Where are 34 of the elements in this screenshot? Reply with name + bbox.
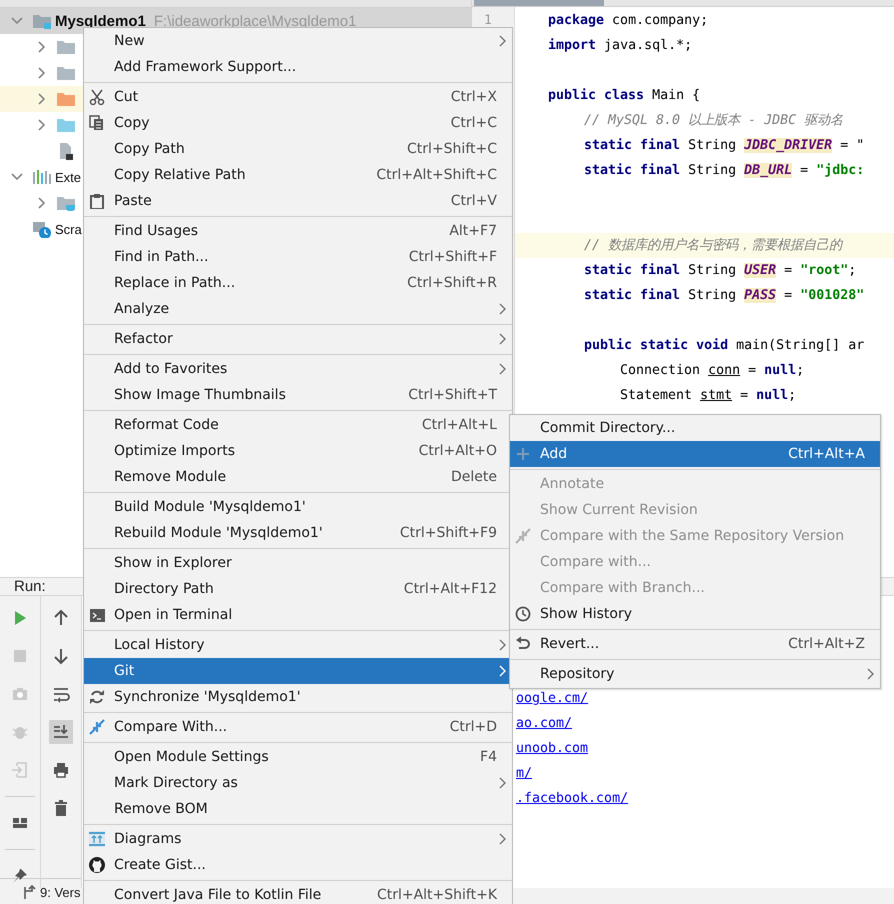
shortcut-text: Delete xyxy=(451,469,497,485)
shortcut-text: Ctrl+X xyxy=(450,89,497,105)
shortcut-text: Ctrl+C xyxy=(450,115,497,131)
shortcut-text: Ctrl+Shift+F9 xyxy=(400,525,497,541)
code-line: // MySQL 8.0 以上版本 - JDBC 驱动名 xyxy=(584,113,844,128)
shortcut-text: Ctrl+D xyxy=(450,719,497,735)
code-line: static final String USER = "root"; xyxy=(584,263,856,278)
shortcut-text: Ctrl+Alt+F12 xyxy=(404,581,497,597)
code-line: static final String JDBC_DRIVER = " xyxy=(584,138,864,153)
shortcut-text: Ctrl+Alt+O xyxy=(418,443,497,459)
shortcut-text: Ctrl+Alt+L xyxy=(422,417,497,433)
shortcut-text: Ctrl+Alt+A xyxy=(788,446,865,462)
shortcut-text: Ctrl+Alt+Z xyxy=(788,636,865,652)
project-path: F:\ideaworkplace\Mysqldemo1 xyxy=(154,12,356,30)
code-line: Statement stmt = null; xyxy=(620,388,796,403)
shortcut-text: Ctrl+Shift+R xyxy=(407,275,497,291)
code-line: static final String DB_URL = "jdbc: xyxy=(584,163,864,178)
shortcut-text: Ctrl+Alt+Shift+K xyxy=(376,887,497,903)
code-line: public class Main { xyxy=(548,88,700,103)
shortcut-text: Ctrl+Alt+Shift+C xyxy=(376,167,497,183)
shortcut-text: F4 xyxy=(480,749,497,765)
code-line: static final String PASS = "001028" xyxy=(584,288,864,303)
shortcut-text: Ctrl+Shift+C xyxy=(407,141,497,157)
shortcut-text: Ctrl+V xyxy=(450,193,497,209)
line-number: 1 xyxy=(483,12,493,30)
shortcut-text: Ctrl+Shift+F xyxy=(408,249,497,265)
code-line: import java.sql.*; xyxy=(548,38,692,53)
shortcut-text: Alt+F7 xyxy=(449,223,497,239)
code-line: public static void main(String[] ar xyxy=(584,338,864,353)
code-line: package com.company; xyxy=(548,13,708,28)
shortcut-text: Ctrl+Shift+T xyxy=(408,387,497,403)
code-line: Connection conn = null; xyxy=(620,363,804,378)
code-line: // 数据库的用户名与密码，需要根据自己的 xyxy=(584,238,842,253)
panel-title: Run: xyxy=(14,578,46,595)
